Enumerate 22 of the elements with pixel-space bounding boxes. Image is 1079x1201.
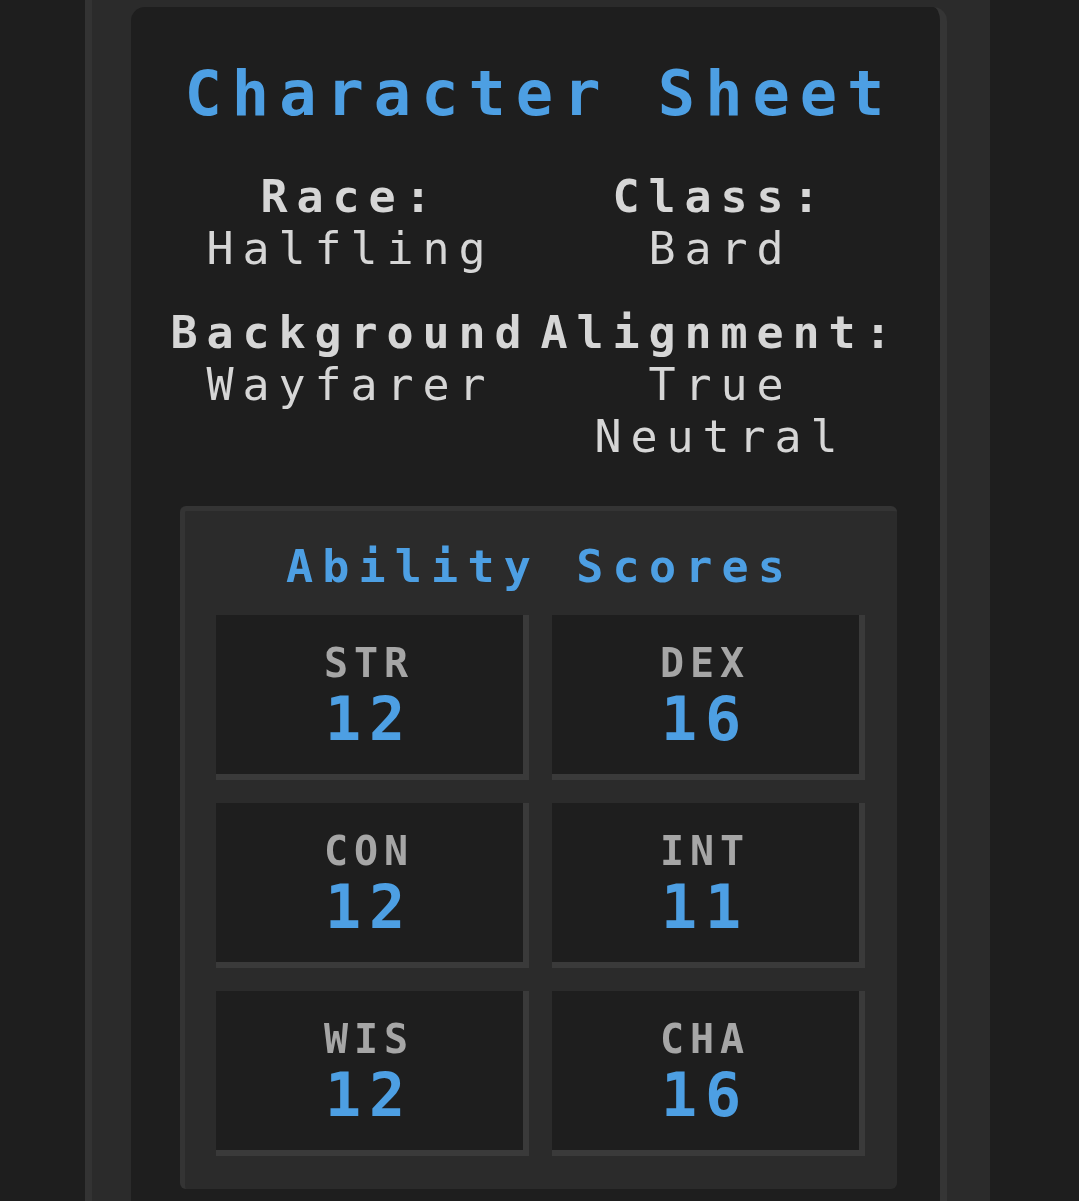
ability-score: 12 (324, 1063, 413, 1127)
ability-name: CHA (660, 1015, 750, 1063)
ability-score: 12 (324, 687, 413, 751)
ability-name: STR (324, 639, 414, 687)
detail-label: Alignment: (540, 307, 901, 359)
detail-label: Background (170, 307, 531, 359)
detail-label: Race: (260, 171, 441, 223)
ability-name: WIS (324, 1015, 414, 1063)
detail-value: Halfling (206, 223, 495, 275)
detail-label: Class: (612, 171, 829, 223)
detail-value: Bard (648, 223, 793, 275)
detail-value: Wayfarer (206, 359, 495, 411)
ability-score: 12 (324, 875, 413, 939)
ability-name: DEX (660, 639, 750, 687)
ability-score: 16 (660, 687, 749, 751)
ability-score: 11 (660, 875, 749, 939)
sheet-title: Character Sheet (184, 56, 895, 132)
ability-name: CON (324, 827, 414, 875)
detail-value: True Neutral (593, 359, 848, 463)
ability-score: 16 (660, 1063, 749, 1127)
ability-name: INT (660, 827, 750, 875)
ability-title: Ability Scores (285, 541, 795, 593)
